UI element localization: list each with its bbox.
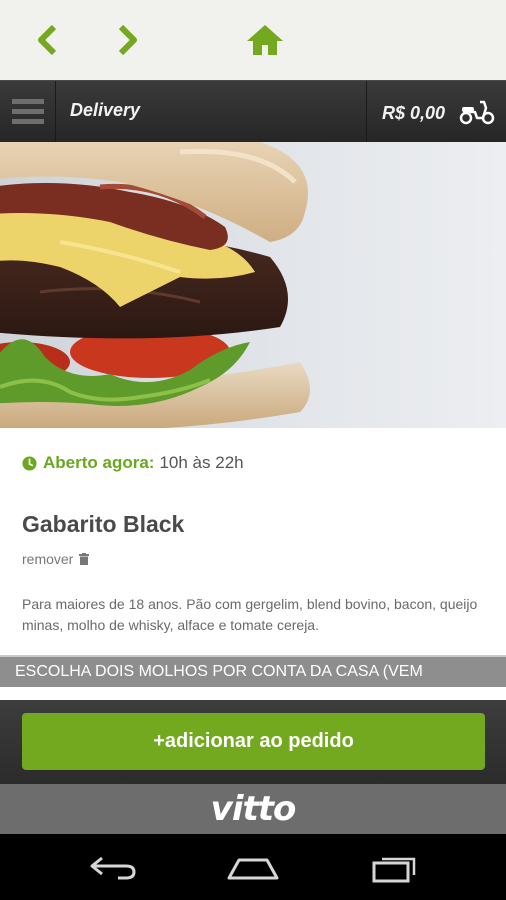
product-image [0,142,506,428]
page-title: Delivery [70,100,141,120]
hamburger-menu-icon [11,99,44,124]
chevron-left-icon [38,24,57,56]
action-panel: +adicionar ao pedido [0,700,506,784]
opening-status: Aberto agora: 10h às 22h [22,453,244,473]
remove-button[interactable]: remover [22,551,90,567]
home-outline-icon [227,858,279,880]
system-home-button[interactable] [223,848,283,888]
system-back-button[interactable] [83,848,143,888]
cart-summary[interactable]: R$ 0,00 [366,81,506,143]
home-button[interactable] [243,20,287,60]
chevron-right-icon [118,24,137,56]
brand-footer: vitto [0,784,506,834]
menu-button[interactable] [0,81,56,143]
trash-icon [79,553,90,565]
system-navigation-bar [0,834,506,900]
sauce-section-header[interactable]: ESCOLHA DOIS MOLHOS POR CONTA DA CASA (V… [0,655,506,687]
app-header: Delivery R$ 0,00 [0,80,506,143]
cart-total: R$ 0,00 [382,103,446,123]
forward-button[interactable] [106,20,150,60]
add-to-order-button[interactable]: +adicionar ao pedido [22,713,485,770]
clock-icon [22,455,37,471]
status-label: Aberto agora: [43,453,155,472]
back-arrow-icon [90,856,136,880]
burger-illustration [0,142,310,428]
product-name: Gabarito Black [22,511,185,537]
opening-hours: 10h às 22h [159,453,244,472]
system-recents-button[interactable] [365,848,425,888]
vitto-logo: vitto [210,789,297,829]
remove-label: remover [22,551,74,567]
product-description: Para maiores de 18 anos. Pão com gergeli… [22,596,478,633]
back-button[interactable] [25,20,69,60]
top-navigation-bar [0,0,506,80]
recents-icon [372,857,416,883]
home-icon [247,25,283,55]
scooter-icon [459,100,495,125]
